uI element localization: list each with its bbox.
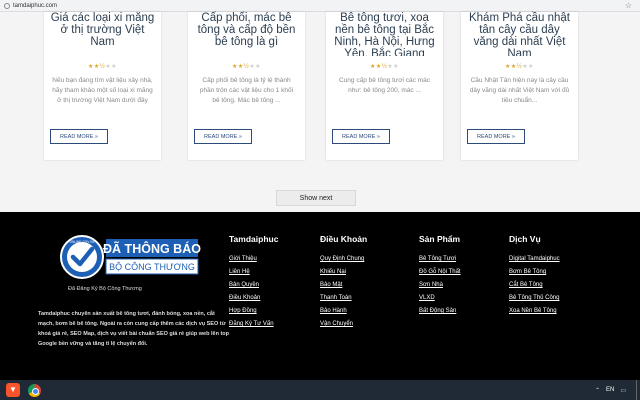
card-title[interactable]: Bê tông tươi, xoa nền bê tông tại Bắc Ni… xyxy=(326,10,443,56)
footer-link[interactable]: Digital Tamdaiphuc xyxy=(509,253,560,266)
footer-column-dich-vu: Dịch Vụ Digital Tamdaiphuc Bơm Bê Tông C… xyxy=(509,234,560,318)
footer-link[interactable]: Bảo Hành xyxy=(320,305,367,318)
footer-column-san-pham: Sản Phẩm Bê Tông Tươi Đồ Gỗ Nội Thất Sơn… xyxy=(419,234,461,318)
footer-link[interactable]: Bất Động Sản xyxy=(419,305,461,318)
site-footer: ONLINE.GOV.VN ĐÃ THÔNG BÁO BỘ CÔNG THƯƠN… xyxy=(0,212,640,380)
language-indicator[interactable]: EN xyxy=(606,387,614,393)
chrome-browser-icon[interactable] xyxy=(28,383,41,397)
footer-link[interactable]: Điều Khoản xyxy=(229,292,278,305)
read-more-button[interactable]: READ MORE » xyxy=(194,129,252,144)
footer-link[interactable]: Thanh Toán xyxy=(320,292,367,305)
badge-line2: BỘ CÔNG THƯƠNG xyxy=(109,262,195,272)
notification-icon[interactable]: ▭ xyxy=(620,387,626,394)
footer-link[interactable]: Bê Tông Thủ Công xyxy=(509,292,560,305)
article-card: Bê tông tươi, xoa nền bê tông tại Bắc Ni… xyxy=(326,12,443,160)
os-taskbar: ▼ ⌃ EN ▭ xyxy=(0,380,640,400)
read-more-button[interactable]: READ MORE » xyxy=(332,129,390,144)
footer-link[interactable]: Xoa Nền Bê Tông xyxy=(509,305,560,318)
footer-link[interactable]: VLXD xyxy=(419,292,461,305)
footer-link[interactable]: Sơn Nhà xyxy=(419,279,461,292)
show-next-button[interactable]: Show next xyxy=(276,190,356,206)
footer-link[interactable]: Bê Tông Tươi xyxy=(419,253,461,266)
footer-link[interactable]: Khiếu Nại xyxy=(320,266,367,279)
footer-link[interactable]: Bảo Mật xyxy=(320,279,367,292)
read-more-button[interactable]: READ MORE » xyxy=(50,129,108,144)
footer-column-heading: Dịch Vụ xyxy=(509,234,541,244)
badge-seal-text: ONLINE.GOV.VN xyxy=(70,240,96,244)
rating-stars: ★★½★★ xyxy=(504,64,535,70)
verified-check-icon: ONLINE.GOV.VN ĐÃ THÔNG BÁO BỘ CÔNG THƯƠN… xyxy=(60,235,201,279)
rating-stars: ★★½★★ xyxy=(231,64,262,70)
system-tray: ⌃ EN ▭ xyxy=(595,380,640,400)
company-about-text: Tamdaiphuc chuyên sản xuất bê tông tươi,… xyxy=(38,311,230,347)
footer-column-dieu-khoan: Điều Khoản Quy Định Chung Khiếu Nại Bảo … xyxy=(320,234,367,331)
article-grid: Giá các loại xi măng ở thị trường Việt N… xyxy=(0,12,640,212)
footer-link[interactable]: Hợp Đồng xyxy=(229,305,278,318)
article-card: Giá các loại xi măng ở thị trường Việt N… xyxy=(44,12,161,160)
footer-link[interactable]: Vận Chuyển xyxy=(320,318,367,331)
footer-link[interactable]: Bản Quyền xyxy=(229,279,278,292)
bo-cong-thuong-badge[interactable]: ONLINE.GOV.VN ĐÃ THÔNG BÁO BỘ CÔNG THƯƠN… xyxy=(60,231,202,293)
brave-browser-icon[interactable]: ▼ xyxy=(6,383,20,397)
footer-link[interactable]: Liên Hệ xyxy=(229,266,278,279)
info-icon[interactable] xyxy=(4,2,10,9)
article-card: Cấp phối, mác bê tông và cấp độ bền bê t… xyxy=(188,12,305,160)
rating-stars: ★★½★★ xyxy=(87,64,118,70)
card-excerpt: Cung cấp bê tông tươi các mác như: bê tô… xyxy=(339,77,430,94)
read-more-button[interactable]: READ MORE » xyxy=(467,129,525,144)
badge-caption: Đã Đăng Ký Bộ Công Thương xyxy=(68,286,142,292)
bookmark-star-icon[interactable]: ☆ xyxy=(625,1,632,10)
rating-stars: ★★½★★ xyxy=(369,64,400,70)
footer-link[interactable]: Bơm Bê Tông xyxy=(509,266,560,279)
card-excerpt: Nếu bạn đang tìm vật liệu xây nhà, hãy t… xyxy=(52,77,153,104)
card-excerpt: Cầu Nhật Tân hiện nay là cây cầu dây văn… xyxy=(469,77,570,104)
footer-link[interactable]: Cắt Bê Tông xyxy=(509,279,560,292)
card-title[interactable]: Giá các loại xi măng ở thị trường Việt N… xyxy=(44,10,161,56)
card-title[interactable]: Cấp phối, mác bê tông và cấp độ bền bê t… xyxy=(188,10,305,56)
address-url[interactable]: tamdaiphuc.com xyxy=(13,3,57,9)
footer-column-heading: Sản Phẩm xyxy=(419,234,461,244)
footer-link[interactable]: Đăng Ký Tư Vấn xyxy=(229,318,278,331)
footer-column-heading: Điều Khoản xyxy=(320,234,368,244)
card-title[interactable]: Khám Phá cầu nhật tân cây cầu dây văng d… xyxy=(461,10,578,56)
footer-link[interactable]: Quy Định Chung xyxy=(320,253,367,266)
footer-link[interactable]: Đồ Gỗ Nội Thất xyxy=(419,266,461,279)
badge-line1: ĐÃ THÔNG BÁO xyxy=(103,241,201,256)
article-card: Khám Phá cầu nhật tân cây cầu dây văng d… xyxy=(461,12,578,160)
card-excerpt: Cấp phối bê tông là tỷ lệ thành phần trộ… xyxy=(199,77,294,104)
footer-link[interactable]: Giới Thiệu xyxy=(229,253,278,266)
tray-chevron-icon[interactable]: ⌃ xyxy=(595,387,600,394)
show-desktop-button[interactable] xyxy=(636,380,640,400)
footer-column-tamdaiphuc: Tamdaiphuc Giới Thiệu Liên Hệ Bản Quyền … xyxy=(229,234,278,331)
footer-column-heading: Tamdaiphuc xyxy=(229,234,279,244)
